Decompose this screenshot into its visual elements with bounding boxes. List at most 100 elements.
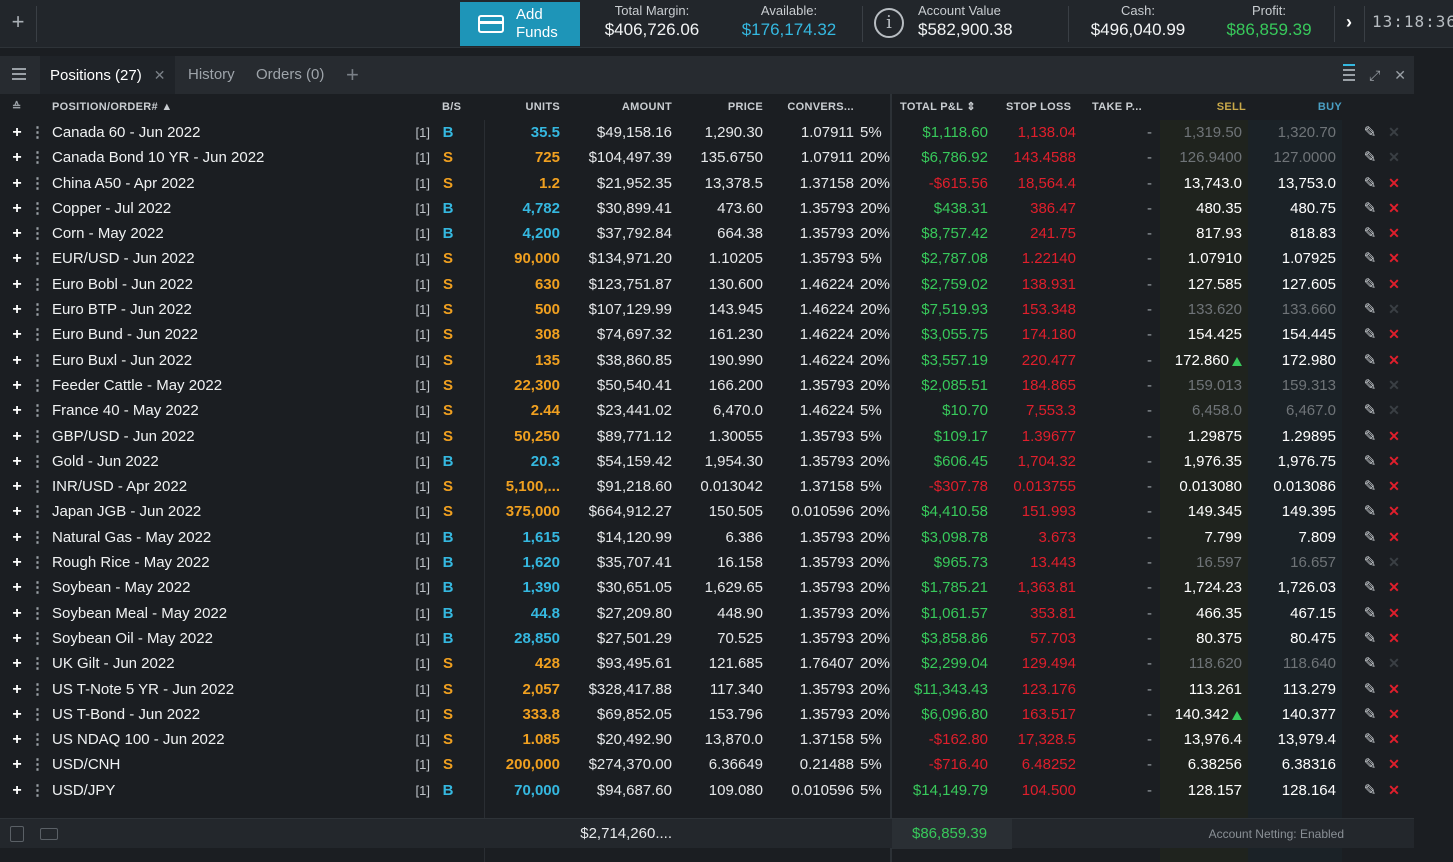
buy-price[interactable]: 0.013086: [1252, 474, 1336, 499]
buy-price[interactable]: 118.640: [1252, 651, 1336, 676]
buy-price[interactable]: 6.38316: [1252, 752, 1336, 777]
sell-price[interactable]: 154.425: [1162, 322, 1242, 347]
stop-loss-value[interactable]: 18,564.4: [998, 171, 1076, 196]
buy-price[interactable]: 127.0000: [1252, 145, 1336, 170]
table-row[interactable]: + ⋮ USD/JPY [1] B 70,000 $94,687.60 109.080 0.01…: [0, 778, 1414, 803]
sell-price[interactable]: 817.93: [1162, 221, 1242, 246]
row-menu-icon[interactable]: ⋮: [30, 474, 45, 499]
take-profit-value[interactable]: -: [1088, 424, 1152, 449]
close-position-icon[interactable]: ✕: [1386, 778, 1402, 803]
sell-price[interactable]: 159.013: [1162, 373, 1242, 398]
row-menu-icon[interactable]: ⋮: [30, 171, 45, 196]
close-position-icon[interactable]: ✕: [1386, 145, 1402, 170]
buy-price[interactable]: 480.75: [1252, 196, 1336, 221]
buy-price[interactable]: 172.980: [1252, 348, 1336, 373]
edit-pencil-icon[interactable]: ✎: [1362, 322, 1378, 347]
row-menu-icon[interactable]: ⋮: [30, 727, 45, 752]
columns-icon[interactable]: [1343, 64, 1356, 86]
take-profit-value[interactable]: -: [1088, 474, 1152, 499]
row-menu-icon[interactable]: ⋮: [30, 297, 45, 322]
edit-pencil-icon[interactable]: ✎: [1362, 272, 1378, 297]
close-position-icon[interactable]: ✕: [1386, 575, 1402, 600]
take-profit-value[interactable]: -: [1088, 145, 1152, 170]
sell-price[interactable]: 13,976.4: [1162, 727, 1242, 752]
expand-row-icon[interactable]: +: [8, 424, 26, 449]
table-row[interactable]: + ⋮ INR/USD - Apr 2022 [1] S 5,100,... $91,218…: [0, 474, 1414, 499]
table-row[interactable]: + ⋮ US NDAQ 100 - Jun 2022 [1] S 1.085 $20,492…: [0, 727, 1414, 752]
stop-loss-value[interactable]: 3.673: [998, 525, 1076, 550]
edit-pencil-icon[interactable]: ✎: [1362, 348, 1378, 373]
take-profit-value[interactable]: -: [1088, 499, 1152, 524]
edit-pencil-icon[interactable]: ✎: [1362, 196, 1378, 221]
info-icon[interactable]: i: [874, 8, 904, 38]
col-header-stop-loss[interactable]: STOP LOSS: [1006, 94, 1071, 120]
row-menu-icon[interactable]: ⋮: [30, 120, 45, 145]
row-menu-icon[interactable]: ⋮: [30, 322, 45, 347]
row-menu-icon[interactable]: ⋮: [30, 221, 45, 246]
take-profit-value[interactable]: -: [1088, 752, 1152, 777]
row-menu-icon[interactable]: ⋮: [30, 246, 45, 271]
stop-loss-value[interactable]: 386.47: [998, 196, 1076, 221]
edit-pencil-icon[interactable]: ✎: [1362, 474, 1378, 499]
table-row[interactable]: + ⋮ Euro Bobl - Jun 2022 [1] S 630 $123,751.87…: [0, 272, 1414, 297]
expand-row-icon[interactable]: +: [8, 196, 26, 221]
buy-price[interactable]: 7.809: [1252, 525, 1336, 550]
close-position-icon[interactable]: ✕: [1386, 651, 1402, 676]
row-menu-icon[interactable]: ⋮: [30, 778, 45, 803]
expand-row-icon[interactable]: +: [8, 575, 26, 600]
close-position-icon[interactable]: ✕: [1386, 550, 1402, 575]
take-profit-value[interactable]: -: [1088, 398, 1152, 423]
expand-row-icon[interactable]: +: [8, 348, 26, 373]
close-panel-icon[interactable]: ✕: [1394, 67, 1406, 84]
stop-loss-value[interactable]: 13.443: [998, 550, 1076, 575]
table-row[interactable]: + ⋮ China A50 - Apr 2022 [1] S 1.2 $21,952.35 1…: [0, 171, 1414, 196]
sell-price[interactable]: 1,976.35: [1162, 449, 1242, 474]
close-position-icon[interactable]: ✕: [1386, 525, 1402, 550]
edit-pencil-icon[interactable]: ✎: [1362, 449, 1378, 474]
row-menu-icon[interactable]: ⋮: [30, 626, 45, 651]
row-menu-icon[interactable]: ⋮: [30, 424, 45, 449]
tab-orders[interactable]: Orders (0): [256, 56, 324, 94]
stop-loss-value[interactable]: 17,328.5: [998, 727, 1076, 752]
close-position-icon[interactable]: ✕: [1386, 373, 1402, 398]
sell-price[interactable]: 0.013080: [1162, 474, 1242, 499]
table-row[interactable]: + ⋮ Euro BTP - Jun 2022 [1] S 500 $107,129.99 1…: [0, 297, 1414, 322]
col-header-price[interactable]: PRICE: [680, 94, 763, 120]
table-row[interactable]: + ⋮ Canada 60 - Jun 2022 [1] B 35.5 $49,158.16…: [0, 120, 1414, 145]
col-header-position[interactable]: POSITION/ORDER# ▲: [52, 94, 173, 120]
export-icon[interactable]: [40, 828, 58, 840]
stop-loss-value[interactable]: 1.39677: [998, 424, 1076, 449]
take-profit-value[interactable]: -: [1088, 778, 1152, 803]
buy-price[interactable]: 128.164: [1252, 778, 1336, 803]
add-panel-icon[interactable]: +: [6, 8, 30, 36]
close-position-icon[interactable]: ✕: [1386, 221, 1402, 246]
table-row[interactable]: + ⋮ Natural Gas - May 2022 [1] B 1,615 $14,120…: [0, 525, 1414, 550]
stop-loss-value[interactable]: 57.703: [998, 626, 1076, 651]
buy-price[interactable]: 159.313: [1252, 373, 1336, 398]
stop-loss-value[interactable]: 174.180: [998, 322, 1076, 347]
take-profit-value[interactable]: -: [1088, 171, 1152, 196]
edit-pencil-icon[interactable]: ✎: [1362, 221, 1378, 246]
buy-price[interactable]: 1,726.03: [1252, 575, 1336, 600]
close-position-icon[interactable]: ✕: [1386, 702, 1402, 727]
row-menu-icon[interactable]: ⋮: [30, 651, 45, 676]
table-row[interactable]: + ⋮ Japan JGB - Jun 2022 [1] S 375,000 $664,91…: [0, 499, 1414, 524]
table-row[interactable]: + ⋮ Canada Bond 10 YR - Jun 2022 [1] S 725 $10…: [0, 145, 1414, 170]
stop-loss-value[interactable]: 163.517: [998, 702, 1076, 727]
stop-loss-value[interactable]: 184.865: [998, 373, 1076, 398]
sell-price[interactable]: 127.585: [1162, 272, 1242, 297]
row-menu-icon[interactable]: ⋮: [30, 702, 45, 727]
take-profit-value[interactable]: -: [1088, 322, 1152, 347]
sell-price[interactable]: 126.9400: [1162, 145, 1242, 170]
sell-price[interactable]: 172.860: [1162, 348, 1242, 373]
buy-price[interactable]: 1,320.70: [1252, 120, 1336, 145]
tab-positions[interactable]: Positions (27) ✕: [40, 56, 176, 94]
sell-price[interactable]: 1.07910: [1162, 246, 1242, 271]
row-menu-icon[interactable]: ⋮: [30, 752, 45, 777]
expand-row-icon[interactable]: +: [8, 145, 26, 170]
take-profit-value[interactable]: -: [1088, 246, 1152, 271]
table-row[interactable]: + ⋮ UK Gilt - Jun 2022 [1] S 428 $93,495.61 121…: [0, 651, 1414, 676]
table-row[interactable]: + ⋮ Feeder Cattle - May 2022 [1] S 22,300 $50,…: [0, 373, 1414, 398]
take-profit-value[interactable]: -: [1088, 272, 1152, 297]
buy-price[interactable]: 16.657: [1252, 550, 1336, 575]
